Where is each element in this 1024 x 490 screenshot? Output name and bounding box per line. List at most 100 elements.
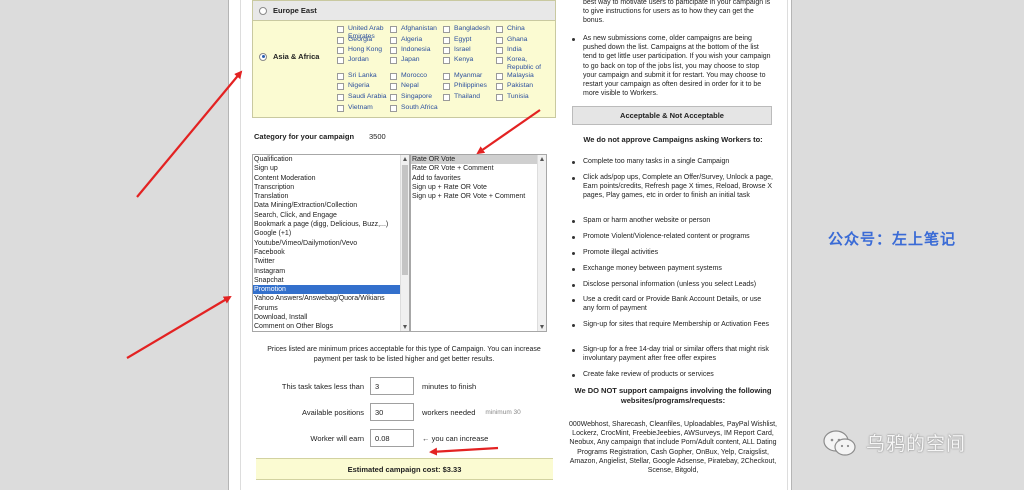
category-scrollbar[interactable] — [400, 155, 409, 331]
category-option[interactable]: Search, Click, and Engage — [253, 211, 409, 220]
category-option[interactable]: Data Mining/Extraction/Collection — [253, 201, 409, 210]
country-checkbox[interactable] — [337, 73, 344, 80]
category-option[interactable]: Comment on Other Blogs — [253, 322, 409, 331]
category-option[interactable]: Download, Install — [253, 313, 409, 322]
scroll-up-icon[interactable] — [540, 157, 544, 161]
category-option[interactable]: Snapchat — [253, 276, 409, 285]
country-checkbox[interactable] — [496, 57, 503, 64]
country-checkbox[interactable] — [337, 57, 344, 64]
country-checkbox[interactable] — [390, 47, 397, 54]
scroll-thumb[interactable] — [402, 165, 408, 275]
country-checkbox[interactable] — [337, 26, 344, 33]
country-checkbox[interactable] — [337, 37, 344, 44]
country-option[interactable]: Saudi Arabia — [337, 93, 389, 101]
asia-africa-option[interactable]: Asia & Africa — [253, 52, 319, 61]
subcategory-option[interactable]: Sign up + Rate OR Vote + Comment — [411, 192, 546, 201]
subcategory-option[interactable]: Rate OR Vote + Comment — [411, 164, 546, 173]
country-checkbox[interactable] — [390, 105, 397, 112]
country-checkbox[interactable] — [337, 94, 344, 101]
category-option[interactable]: Qualification — [253, 155, 409, 164]
scroll-down-icon[interactable] — [403, 325, 407, 329]
category-option[interactable]: Promotion — [253, 285, 409, 295]
country-option[interactable]: Bangladesh — [443, 25, 495, 33]
category-option[interactable]: Youtube/Vimeo/Dailymotion/Vevo — [253, 239, 409, 248]
positions-input[interactable]: 30 — [370, 403, 414, 421]
region-europe-east[interactable]: Europe East — [253, 1, 555, 21]
asia-africa-radio[interactable] — [259, 52, 267, 61]
country-option[interactable]: Hong Kong — [337, 46, 389, 54]
subcategory-listbox[interactable]: Rate OR Vote Rate OR Vote + Comment Add to… — [410, 154, 547, 332]
country-checkbox[interactable] — [390, 37, 397, 44]
europe-east-radio[interactable] — [259, 6, 267, 15]
country-checkbox[interactable] — [443, 57, 450, 64]
country-option[interactable]: Sri Lanka — [337, 72, 389, 80]
category-option[interactable]: Transcription — [253, 183, 409, 192]
country-checkbox[interactable] — [390, 83, 397, 90]
country-option[interactable]: Singapore — [390, 93, 442, 101]
subcategory-option[interactable]: Add to favorites — [411, 174, 546, 183]
country-checkbox[interactable] — [443, 94, 450, 101]
category-option[interactable]: Instagram — [253, 267, 409, 276]
country-option[interactable]: India — [496, 46, 548, 54]
country-option[interactable]: Egypt — [443, 36, 495, 44]
country-option[interactable]: Nepal — [390, 82, 442, 90]
country-option[interactable]: South Africa — [390, 104, 442, 112]
subcategory-scrollbar[interactable] — [537, 155, 546, 331]
country-option[interactable]: Korea, Republic of — [496, 56, 548, 72]
country-option[interactable]: Georgia — [337, 36, 389, 44]
category-option[interactable]: Yahoo Answers/Answebag/Quora/Wikians — [253, 294, 409, 303]
category-option[interactable]: Bookmark a page (digg, Delicious, Buzz,.… — [253, 220, 409, 229]
country-option[interactable]: Vietnam — [337, 104, 389, 112]
country-option[interactable]: Myanmar — [443, 72, 495, 80]
country-option[interactable]: Tunisia — [496, 93, 548, 101]
country-checkbox[interactable] — [337, 105, 344, 112]
country-checkbox[interactable] — [337, 47, 344, 54]
subcategory-option[interactable]: Rate OR Vote — [411, 155, 546, 165]
country-option[interactable]: China — [496, 25, 548, 33]
country-checkbox[interactable] — [390, 73, 397, 80]
country-checkbox[interactable] — [496, 83, 503, 90]
country-checkbox[interactable] — [496, 26, 503, 33]
scroll-down-icon[interactable] — [540, 325, 544, 329]
category-option[interactable]: Sign up — [253, 164, 409, 173]
country-checkbox[interactable] — [443, 26, 450, 33]
country-option[interactable]: Algeria — [390, 36, 442, 44]
country-checkbox[interactable] — [390, 26, 397, 33]
country-checkbox[interactable] — [496, 37, 503, 44]
category-option[interactable]: Forums — [253, 304, 409, 313]
category-listbox[interactable]: Qualification Sign up Content Moderation Tr… — [252, 154, 410, 332]
country-checkbox[interactable] — [496, 73, 503, 80]
category-option[interactable]: Content Moderation — [253, 174, 409, 183]
country-label: India — [507, 46, 522, 53]
duration-input[interactable]: 3 — [370, 377, 414, 395]
country-checkbox[interactable] — [337, 83, 344, 90]
country-option[interactable]: Indonesia — [390, 46, 442, 54]
country-checkbox[interactable] — [443, 73, 450, 80]
country-checkbox[interactable] — [496, 94, 503, 101]
country-checkbox[interactable] — [496, 47, 503, 54]
country-checkbox[interactable] — [443, 83, 450, 90]
country-option[interactable]: Jordan — [337, 56, 389, 64]
country-option[interactable]: Nigeria — [337, 82, 389, 90]
earn-input[interactable]: 0.08 — [370, 429, 414, 447]
country-option[interactable]: Morocco — [390, 72, 442, 80]
scroll-up-icon[interactable] — [403, 157, 407, 161]
country-option[interactable]: Kenya — [443, 56, 495, 64]
country-checkbox[interactable] — [390, 57, 397, 64]
country-checkbox[interactable] — [443, 47, 450, 54]
category-option[interactable]: Facebook — [253, 248, 409, 257]
country-option[interactable]: Philippines — [443, 82, 495, 90]
country-checkbox[interactable] — [443, 37, 450, 44]
country-option[interactable]: Japan — [390, 56, 442, 64]
category-option[interactable]: Google (+1) — [253, 229, 409, 238]
country-option[interactable]: Ghana — [496, 36, 548, 44]
country-option[interactable]: Thailand — [443, 93, 495, 101]
subcategory-option[interactable]: Sign up + Rate OR Vote — [411, 183, 546, 192]
country-option[interactable]: Israel — [443, 46, 495, 54]
country-option[interactable]: Malaysia — [496, 72, 548, 80]
country-option[interactable]: Pakistan — [496, 82, 548, 90]
country-option[interactable]: Afghanistan — [390, 25, 442, 33]
country-checkbox[interactable] — [390, 94, 397, 101]
category-option[interactable]: Translation — [253, 192, 409, 201]
category-option[interactable]: Twitter — [253, 257, 409, 266]
